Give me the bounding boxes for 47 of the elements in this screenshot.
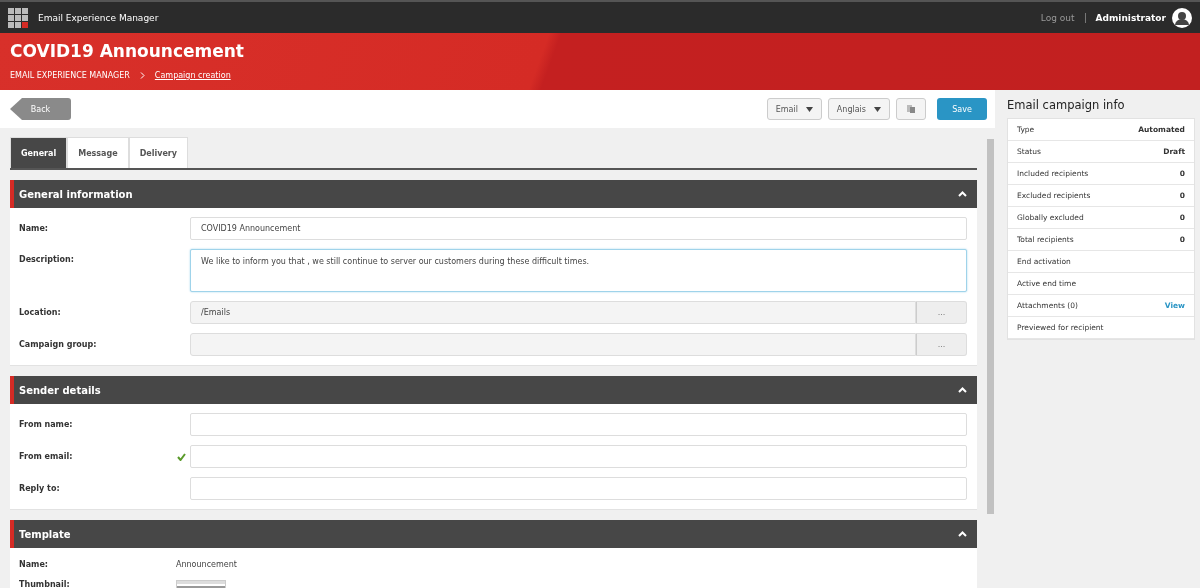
tab[interactable]: General	[10, 137, 68, 168]
tab[interactable]: Message	[67, 137, 129, 168]
description-field[interactable]: We like to inform you that , we still continue to server our customers during these difficult times.	[190, 249, 967, 292]
section-header[interactable]: Template	[10, 520, 977, 548]
field-label: Description:	[19, 254, 75, 264]
field-label: From name:	[19, 420, 74, 429]
browse-button[interactable]: ...	[916, 333, 967, 356]
breadcrumb-item: EMAIL EXPERIENCE MANAGER	[10, 71, 130, 80]
section-title: Template	[19, 528, 72, 540]
section-header[interactable]: General information	[10, 180, 977, 208]
dropdown-button[interactable]: Anglais	[827, 98, 890, 120]
field-label: Thumbnail:	[19, 580, 71, 588]
caret-icon	[874, 106, 881, 112]
app-name: Email Experience Manager	[38, 12, 159, 23]
panel-title: Email campaign info	[1007, 98, 1126, 112]
text-field[interactable]	[190, 413, 967, 436]
chevron-icon[interactable]	[958, 191, 967, 197]
browse-button[interactable]: ...	[916, 301, 967, 324]
field-label: Campaign group:	[19, 340, 98, 349]
text-field[interactable]	[190, 477, 967, 500]
template-name: Announcement	[176, 559, 237, 569]
copy-icon	[906, 104, 916, 114]
section-header[interactable]: Sender details	[10, 376, 977, 404]
text-field[interactable]	[190, 445, 967, 468]
text-field[interactable]: COVID19 Announcement	[190, 217, 967, 240]
section-title: General information	[19, 188, 134, 200]
section-title: Sender details	[19, 384, 102, 396]
tab[interactable]: Delivery	[128, 137, 189, 168]
user-name: Administrator	[1095, 12, 1166, 23]
field-label: Reply to:	[19, 484, 61, 493]
dropdown-button[interactable]: Email	[766, 98, 822, 120]
breadcrumb-link[interactable]: Campaign creation	[154, 71, 231, 80]
field-label: Location:	[19, 308, 62, 317]
chevron-icon	[139, 72, 145, 79]
page-title: COVID19 Announcement	[10, 41, 245, 61]
app-grid-icon[interactable]	[8, 7, 28, 28]
picker-field[interactable]: /Emails	[190, 301, 916, 324]
field-label: Name:	[19, 224, 50, 233]
field-label: From email:	[19, 452, 74, 461]
caret-icon	[805, 106, 813, 112]
copy-button[interactable]	[896, 98, 926, 120]
avatar-icon[interactable]	[1172, 7, 1192, 28]
field-label: Name:	[19, 559, 50, 569]
chevron-icon[interactable]	[958, 531, 967, 537]
picker-field[interactable]	[190, 333, 916, 356]
chevron-icon[interactable]	[958, 387, 967, 393]
logout-link[interactable]: Log out	[1040, 12, 1086, 23]
